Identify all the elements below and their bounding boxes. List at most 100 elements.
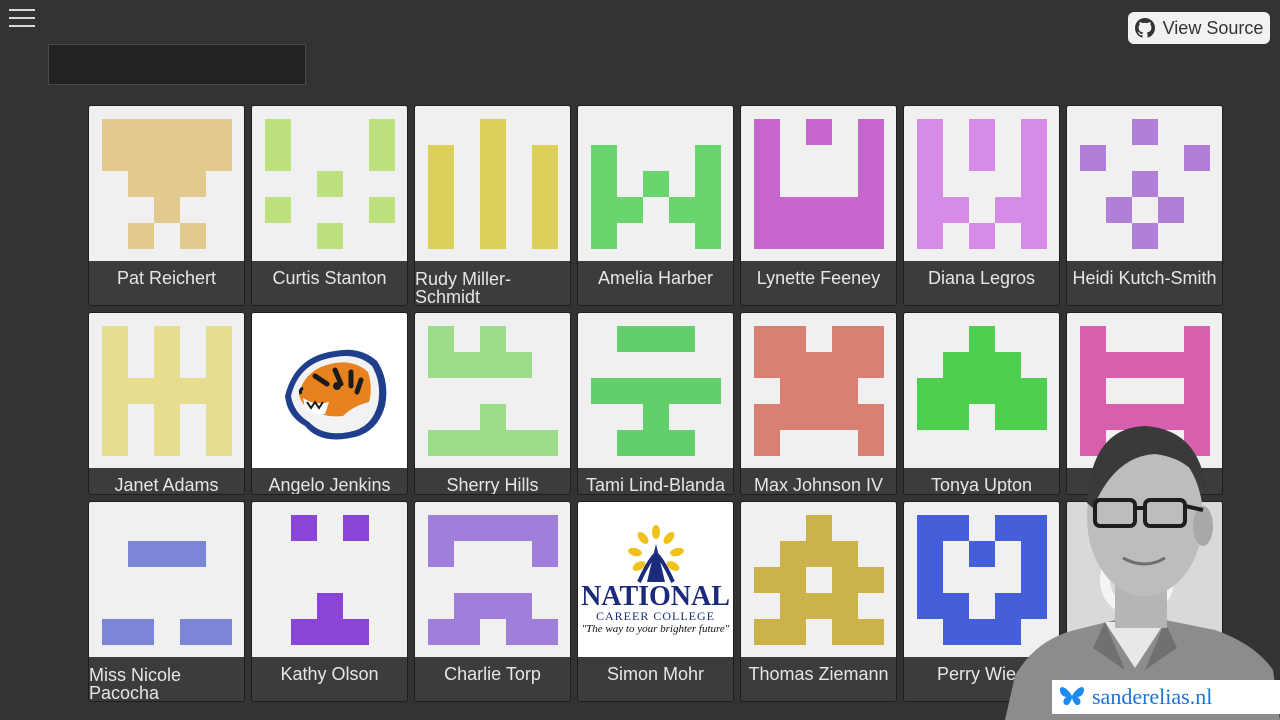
person-card[interactable]: Lynette Feeney [740,105,897,306]
identicon-cell [642,429,669,456]
person-card[interactable]: Amelia Harber [577,105,734,306]
identicon-cell [753,144,780,171]
identicon-cell [531,222,558,249]
identicon-cell [805,514,832,541]
identicon-cell [779,403,806,430]
identicon-cell [642,377,669,404]
identicon-cell [479,514,506,541]
identicon-cell [179,170,206,197]
identicon-graphic [101,325,232,456]
identicon-cell [479,429,506,456]
identicon-cell [805,351,832,378]
national-career-college-logo: NATIONAL CAREER COLLEGE "The way to your… [581,524,730,636]
identicon-cell [101,144,128,171]
identicon-cell [994,351,1021,378]
person-card[interactable]: NATIONAL CAREER COLLEGE "The way to your… [577,501,734,702]
identicon-cell [968,377,995,404]
person-card[interactable]: Angelo Jenkins [251,312,408,495]
identicon-cell [590,377,617,404]
tiger-logo [265,336,395,446]
identicon-graphic [290,514,369,645]
person-name: Angelo Jenkins [268,475,391,495]
person-card[interactable]: Heidi Kutch-Smith [1066,105,1223,306]
identicon-cell [668,429,695,456]
identicon-cell [505,618,532,645]
identicon-cell [101,403,128,430]
person-avatar [578,106,733,261]
search-input[interactable] [48,44,306,85]
identicon-graphic [427,325,558,456]
identicon-cell [590,170,617,197]
identicon-cell [479,403,506,430]
identicon-cell [805,377,832,404]
hamburger-menu-icon[interactable] [9,9,35,27]
identicon-cell [916,196,943,223]
view-source-button[interactable]: View Source [1128,12,1270,44]
identicon-cell [153,196,180,223]
identicon-cell [805,540,832,567]
person-card[interactable]: Kathy Olson [251,501,408,702]
identicon-cell [179,118,206,145]
identicon-cell [916,222,943,249]
person-avatar [89,502,244,657]
identicon-cell [1020,222,1047,249]
identicon-cell [916,170,943,197]
person-card[interactable]: Rudy Miller-Schmidt [414,105,571,306]
identicon-cell [916,144,943,171]
identicon-cell [1079,144,1106,171]
identicon-cell [1079,377,1106,404]
identicon-cell [668,325,695,352]
identicon-cell [968,618,995,645]
identicon-cell [453,592,480,619]
identicon-cell [427,170,454,197]
identicon-cell [779,351,806,378]
person-avatar [415,502,570,657]
identicon-cell [753,403,780,430]
identicon-cell [153,429,180,456]
identicon-cell [779,222,806,249]
identicon-cell [968,540,995,567]
identicon-cell [942,196,969,223]
identicon-cell [779,196,806,223]
person-card[interactable]: Charlie Torp [414,501,571,702]
identicon-cell [857,325,884,352]
identicon-cell [1183,351,1210,378]
person-card[interactable]: Sherry Hills [414,312,571,495]
person-card[interactable]: Thomas Ziemann [740,501,897,702]
identicon-cell [316,592,343,619]
person-avatar: NATIONAL CAREER COLLEGE "The way to your… [578,502,733,657]
identicon-cell [101,351,128,378]
person-name: Miss Nicole Pacocha [89,665,182,702]
person-card[interactable]: Diana Legros [903,105,1060,306]
identicon-cell [479,351,506,378]
person-card[interactable]: Tami Lind-Blanda [577,312,734,495]
sanderelias-brand-link[interactable]: sanderelias.nl [1052,680,1280,714]
identicon-cell [805,118,832,145]
identicon-cell [179,618,206,645]
identicon-graphic [264,118,395,249]
ncc-title: NATIONAL [581,580,730,612]
identicon-cell [531,618,558,645]
identicon-cell [368,196,395,223]
person-avatar [252,502,407,657]
identicon-cell [616,196,643,223]
identicon-cell [857,618,884,645]
person-card[interactable]: Max Johnson IV [740,312,897,495]
identicon-cell [694,222,721,249]
presenter-photo [1005,408,1280,720]
person-card[interactable]: Miss Nicole Pacocha [88,501,245,702]
identicon-cell [153,325,180,352]
person-card[interactable]: Janet Adams [88,312,245,495]
person-avatar [904,106,1059,261]
identicon-cell [427,144,454,171]
identicon-cell [994,377,1021,404]
identicon-cell [427,618,454,645]
identicon-graphic [916,118,1047,249]
identicon-graphic [101,540,232,645]
identicon-cell [968,351,995,378]
person-avatar [741,106,896,261]
person-card[interactable]: Curtis Stanton [251,105,408,306]
person-card[interactable]: Pat Reichert [88,105,245,306]
person-avatar [415,313,570,468]
identicon-cell [779,325,806,352]
